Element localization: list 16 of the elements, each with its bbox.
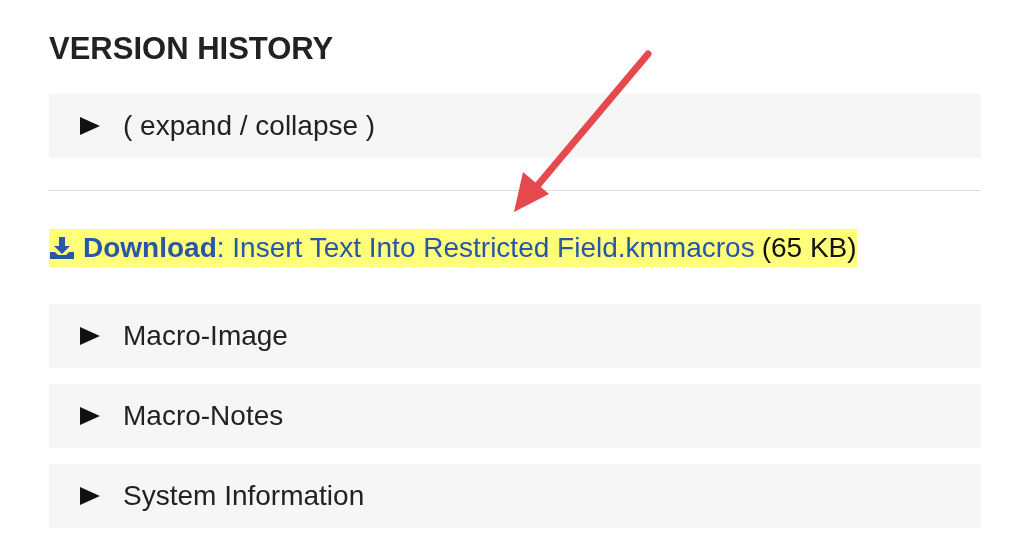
triangle-icon xyxy=(79,486,101,506)
collapsible-section[interactable]: ( expand / collapse ) xyxy=(49,94,981,158)
download-icon xyxy=(49,236,75,260)
triangle-icon xyxy=(79,326,101,346)
triangle-icon xyxy=(79,116,101,136)
collapsible-section[interactable]: System Information xyxy=(49,464,981,528)
file-size: (65 KB) xyxy=(761,231,857,265)
section-label: Macro-Image xyxy=(123,319,288,353)
collapsible-section[interactable]: Macro-Notes xyxy=(49,384,981,448)
collapsible-section[interactable]: Macro-Image xyxy=(49,304,981,368)
triangle-icon xyxy=(79,406,101,426)
download-link[interactable]: Download: Insert Text Into Restricted Field.kmmacros xyxy=(83,229,755,267)
section-label: Macro-Notes xyxy=(123,399,284,433)
section-heading: VERSION HISTORY xyxy=(49,30,335,68)
section-label: System Information xyxy=(123,479,365,513)
section-label: ( expand / collapse ) xyxy=(123,109,376,143)
